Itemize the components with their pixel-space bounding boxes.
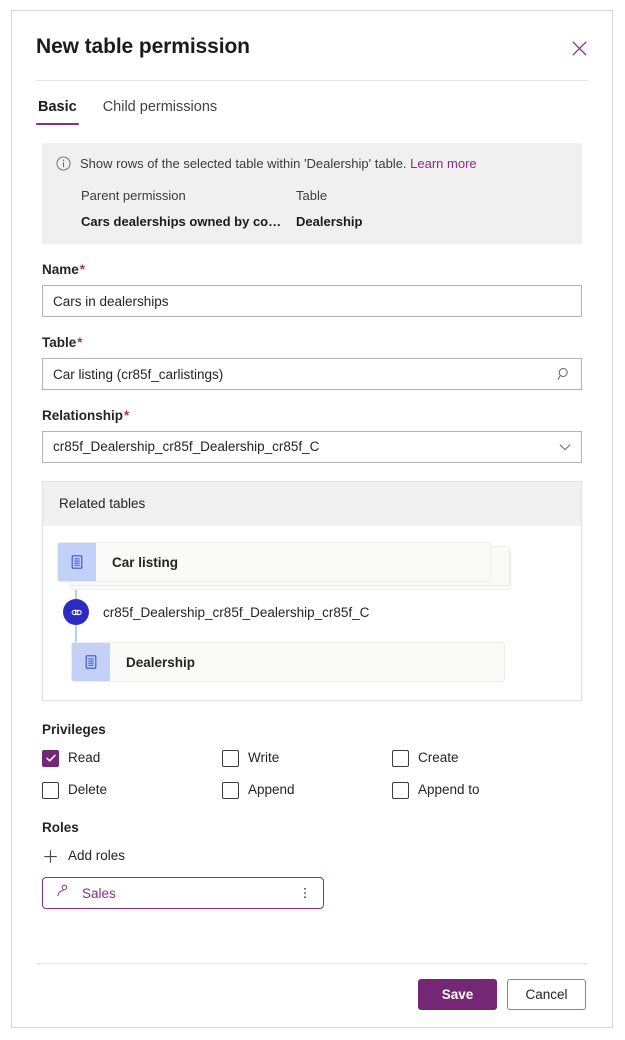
related-tables-card: Related tables Car listing cr85f_Dealers… (42, 481, 582, 701)
page-title: New table permission (36, 35, 250, 58)
related-tables-diagram: Car listing cr85f_Dealership_cr85f_Deale… (43, 526, 581, 700)
role-chip-label: Sales (82, 885, 116, 901)
privilege-label: Write (248, 750, 280, 765)
related-table-node-car-listing-row: Car listing (57, 542, 567, 590)
privilege-label: Append to (418, 782, 480, 797)
close-button[interactable] (564, 33, 594, 63)
table-input[interactable] (43, 359, 581, 389)
table-icon (72, 643, 110, 681)
role-chip-sales[interactable]: Sales (42, 877, 324, 909)
checkbox-unchecked-icon[interactable] (222, 749, 239, 767)
cancel-button[interactable]: Cancel (507, 979, 586, 1010)
close-icon (572, 41, 587, 56)
checkbox-unchecked-icon[interactable] (392, 781, 409, 799)
name-required-marker: * (79, 262, 86, 277)
name-input[interactable] (43, 286, 581, 316)
info-banner-text: Show rows of the selected table within '… (80, 155, 477, 173)
tab-child-permissions[interactable]: Child permissions (101, 93, 219, 127)
related-table-node-dealership[interactable]: Dealership (71, 642, 505, 682)
privilege-label: Delete (68, 782, 108, 797)
related-tables-header: Related tables (43, 482, 581, 526)
checkbox-unchecked-icon[interactable] (222, 781, 239, 799)
related-relationship-row: cr85f_Dealership_cr85f_Dealership_cr85f_… (57, 592, 567, 632)
add-roles-button[interactable]: Add roles (42, 847, 582, 865)
info-banner-message-row: Show rows of the selected table within '… (56, 155, 568, 176)
table-field-group: Table* (42, 334, 582, 390)
related-table-node-dealership-row: Dealership (57, 642, 567, 682)
name-label-text: Name (42, 262, 79, 277)
privileges-label: Privileges (42, 722, 106, 737)
privilege-label: Create (418, 750, 459, 765)
dialog-header: New table permission (12, 11, 612, 61)
privilege-label: Read (68, 750, 101, 765)
learn-more-link[interactable]: Learn more (410, 156, 476, 171)
chevron-down-icon[interactable] (558, 440, 572, 454)
info-banner: Show rows of the selected table within '… (42, 143, 582, 244)
dialog-footer: Save Cancel (12, 964, 612, 1027)
table-icon (58, 543, 96, 581)
privilege-label: Append (248, 782, 295, 797)
name-input-wrapper[interactable] (42, 285, 582, 317)
checkbox-unchecked-icon[interactable] (392, 749, 409, 767)
info-banner-grid: Parent permission Table Cars dealerships… (56, 187, 568, 230)
name-label: Name* (42, 261, 582, 279)
relationship-select-wrapper[interactable]: cr85f_Dealership_cr85f_Dealership_cr85f_… (42, 431, 582, 463)
relationship-field-group: Relationship* cr85f_Dealership_cr85f_Dea… (42, 407, 582, 463)
related-relationship-label: cr85f_Dealership_cr85f_Dealership_cr85f_… (103, 604, 370, 620)
table-label: Table* (42, 334, 582, 352)
related-table-node-car-listing[interactable]: Car listing (57, 542, 491, 582)
name-field-group: Name* (42, 261, 582, 317)
new-table-permission-dialog: New table permission Basic Child permiss… (11, 10, 613, 1028)
table-required-marker: * (77, 335, 83, 350)
save-button[interactable]: Save (418, 979, 497, 1010)
info-circle-icon (56, 156, 71, 176)
plus-icon (42, 848, 58, 864)
stacked-card-group: Car listing (57, 542, 511, 590)
privilege-checkbox-append-to[interactable]: Append to (392, 781, 582, 799)
checkbox-checked-icon[interactable] (42, 749, 59, 767)
checkbox-unchecked-icon[interactable] (42, 781, 59, 799)
info-banner-message: Show rows of the selected table within '… (80, 156, 407, 171)
relationship-required-marker: * (124, 408, 130, 423)
parent-permission-label: Parent permission (81, 188, 186, 203)
table-column-label: Table (296, 188, 328, 203)
privilege-checkbox-append[interactable]: Append (222, 781, 392, 799)
relationship-label-text: Relationship (42, 408, 124, 423)
privileges-grid: Read Write Create Delete Append Append t (42, 749, 582, 799)
table-column-value: Dealership (296, 214, 363, 229)
parent-permission-value: Cars dealerships owned by compa... (81, 214, 291, 229)
privilege-checkbox-read[interactable]: Read (42, 749, 222, 767)
add-roles-label: Add roles (68, 848, 126, 863)
relationship-select-value[interactable]: cr85f_Dealership_cr85f_Dealership_cr85f_… (43, 432, 581, 462)
table-label-text: Table (42, 335, 77, 350)
tab-basic[interactable]: Basic (36, 93, 79, 127)
table-input-wrapper[interactable] (42, 358, 582, 390)
more-vertical-icon[interactable] (297, 886, 313, 900)
dialog-body: Show rows of the selected table within '… (12, 127, 612, 963)
roles-label: Roles (42, 820, 79, 835)
relationship-label: Relationship* (42, 407, 582, 425)
search-icon[interactable] (557, 367, 572, 382)
person-icon (55, 883, 71, 904)
related-table-node-label: Car listing (112, 554, 179, 570)
related-table-node-label: Dealership (126, 654, 196, 670)
privilege-checkbox-delete[interactable]: Delete (42, 781, 222, 799)
header-divider (36, 80, 588, 81)
link-icon (63, 599, 89, 625)
privilege-checkbox-create[interactable]: Create (392, 749, 582, 767)
tab-list: Basic Child permissions (12, 93, 612, 127)
privilege-checkbox-write[interactable]: Write (222, 749, 392, 767)
